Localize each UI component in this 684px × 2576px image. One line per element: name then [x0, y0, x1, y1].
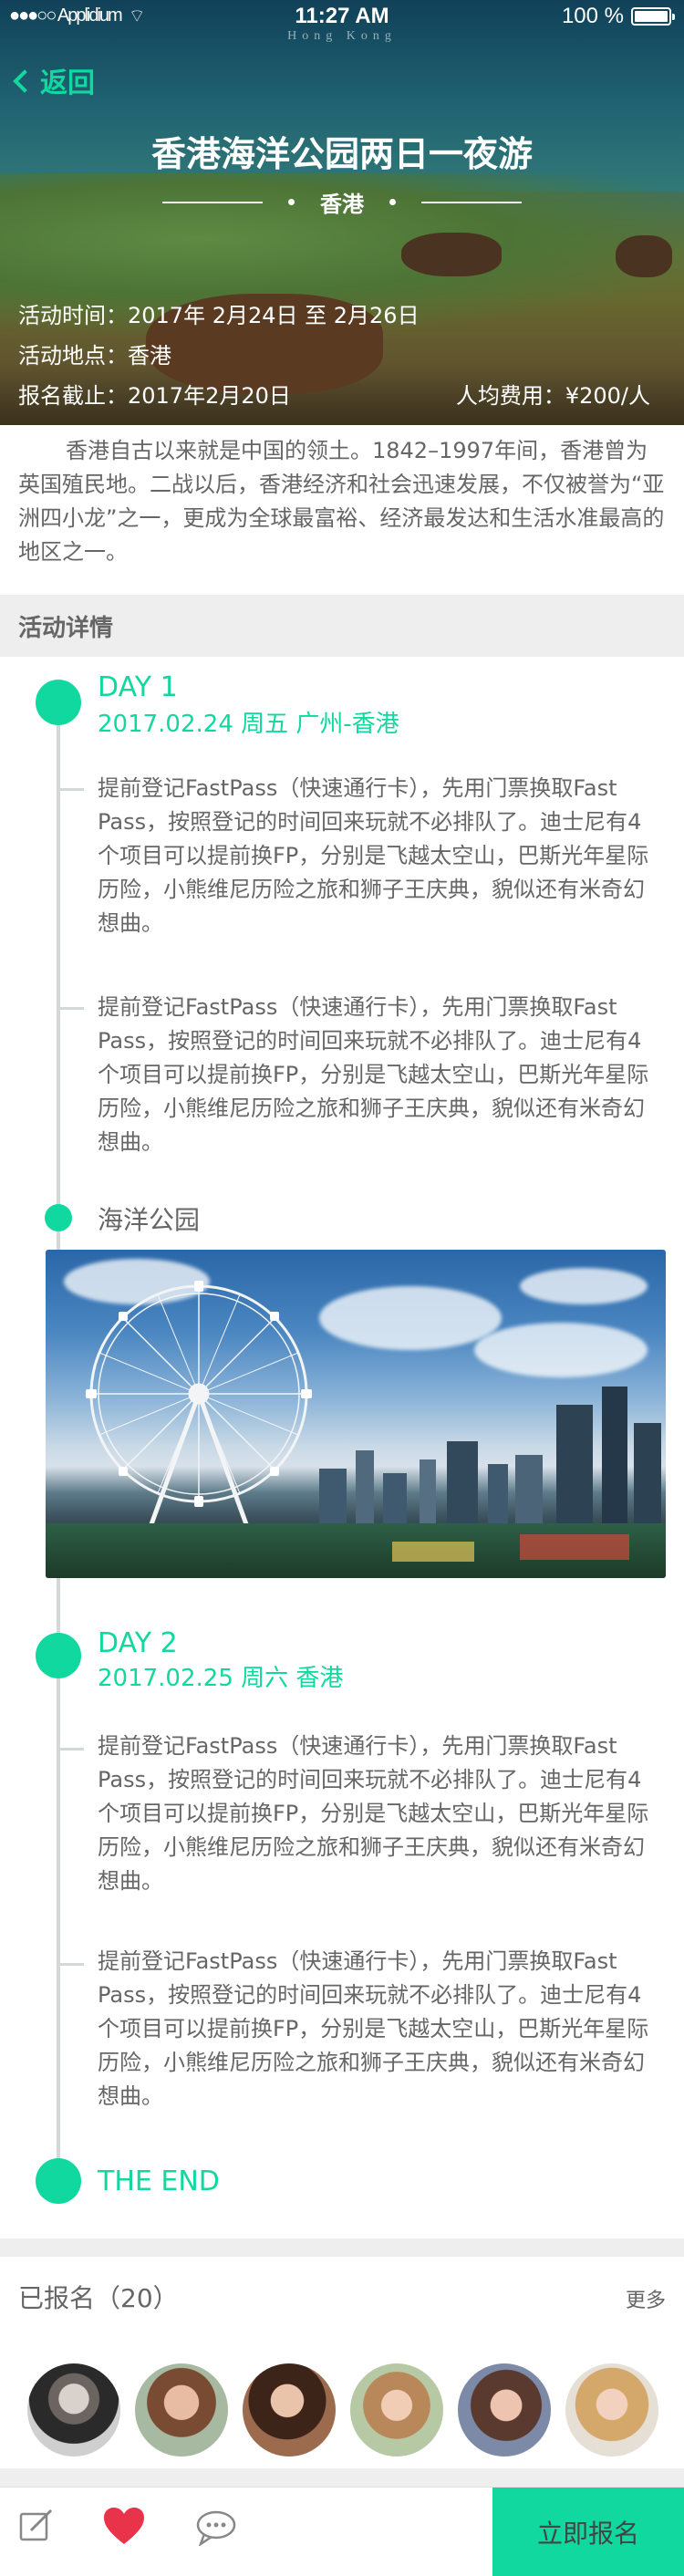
hero-subtitle-en: Hong Kong: [287, 29, 397, 43]
chat-icon[interactable]: [195, 2509, 237, 2550]
avatar[interactable]: [565, 2363, 658, 2457]
day2-subtitle: 2017.02.25 周六 香港: [98, 1665, 344, 1692]
activity-place: 活动地点：香港: [18, 343, 171, 369]
day1-paragraph-1: 提前登记FastPass（快速通行卡），先用门票换取Fast Pass，按照登记…: [98, 775, 649, 936]
avatar[interactable]: [350, 2363, 443, 2457]
edit-icon[interactable]: [18, 2508, 55, 2548]
divider-dot: [389, 199, 396, 205]
hero-banner: ●●●○○ Applidium ⌔ 11:27 AM 100 % Hong Ko…: [0, 0, 684, 425]
avatar[interactable]: [243, 2363, 336, 2457]
section-header: 活动详情: [0, 595, 684, 657]
timeline-tick: [60, 1963, 84, 1966]
day1-paragraph-2: 提前登记FastPass（快速通行卡），先用门票换取Fast Pass，按照登记…: [98, 994, 649, 1155]
avatar[interactable]: [135, 2363, 228, 2457]
avatar[interactable]: [458, 2363, 551, 2457]
place-title: 海洋公园: [98, 1205, 201, 1235]
bottom-action-bar: 立即报名: [0, 2487, 684, 2576]
day2-paragraph-1: 提前登记FastPass（快速通行卡），先用门票换取Fast Pass，按照登记…: [98, 1733, 649, 1894]
timeline-end-label: THE END: [98, 2166, 220, 2197]
signed-up-title: 已报名（20）: [18, 2283, 179, 2313]
timeline-end-dot: [36, 2158, 81, 2204]
avatar[interactable]: [27, 2363, 120, 2457]
signup-deadline: 报名截止：2017年2月20日: [18, 383, 291, 409]
timeline-day-dot: [36, 680, 81, 725]
intro-paragraph: 香港自古以来就是中国的领土。1842–1997年间，香港曾为英国殖民地。二战以后…: [18, 438, 665, 565]
back-button[interactable]: 返回: [13, 60, 95, 100]
section-separator: [0, 2468, 684, 2487]
activity-time: 活动时间：2017年 2月24日 至 2月26日: [18, 303, 420, 328]
avatar-list: [27, 2363, 666, 2457]
day1-label: DAY 1: [98, 671, 178, 703]
back-chevron-icon: [13, 69, 36, 93]
day2-label: DAY 2: [98, 1627, 178, 1659]
timeline-tick: [60, 1748, 84, 1750]
cow-figure: [616, 235, 672, 277]
timeline-day-dot: [36, 1633, 81, 1678]
ferris-wheel-graphic: [86, 1281, 312, 1545]
observation-wheel-photo: [46, 1250, 666, 1578]
more-link[interactable]: 更多: [626, 2284, 666, 2313]
hero-city: 香港: [0, 186, 684, 218]
day1-subtitle: 2017.02.24 周五 广州-香港: [98, 711, 399, 738]
timeline-tick: [60, 1007, 84, 1010]
timeline-tick: [60, 788, 84, 791]
city-name: 香港: [320, 192, 364, 217]
battery-icon: [631, 7, 675, 26]
timeline-place-dot: [45, 1204, 72, 1231]
day2-paragraph-2: 提前登记FastPass（快速通行卡），先用门票换取Fast Pass，按照登记…: [98, 1948, 649, 2109]
price-per-person: 人均费用：¥200/人: [455, 383, 650, 409]
section-title: 活动详情: [18, 614, 114, 642]
section-separator: [0, 2238, 684, 2257]
signup-button[interactable]: 立即报名: [492, 2488, 684, 2576]
back-label: 返回: [40, 68, 95, 99]
divider: [421, 201, 522, 203]
cow-figure: [401, 233, 502, 276]
heart-icon[interactable]: [102, 2506, 146, 2550]
divider: [162, 201, 263, 203]
battery-percent: 100 %: [561, 4, 624, 28]
page-title: 香港海洋公园两日一夜游: [150, 134, 533, 174]
divider-dot: [288, 199, 295, 205]
